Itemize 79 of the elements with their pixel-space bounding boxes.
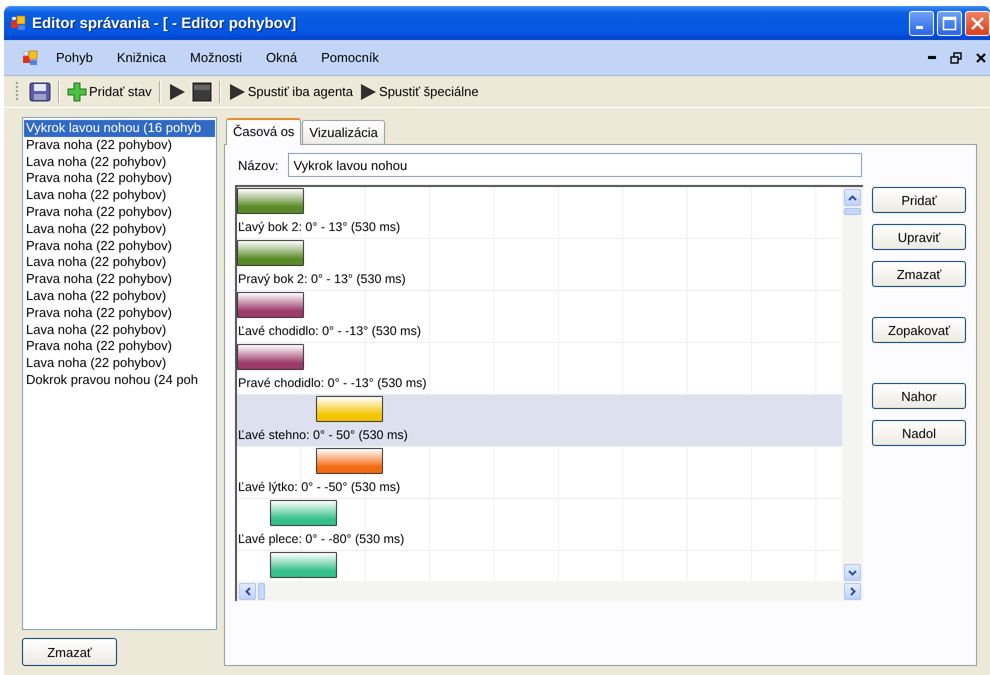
minimize-icon[interactable]: [928, 56, 936, 60]
minimize-button[interactable]: [909, 10, 934, 36]
close-button[interactable]: [965, 10, 990, 36]
scroll-thumb[interactable]: [258, 582, 265, 600]
list-item[interactable]: Dokrok pravou nohou (24 poh: [24, 372, 215, 389]
track-label: Pravý bok 2: 0° - 13° (530 ms): [238, 272, 406, 286]
tab[interactable]: Časová os: [226, 118, 302, 145]
track-label: Ľavé plece: 0° - -80° (530 ms): [238, 532, 404, 546]
window-title: Editor správania - [ - Editor pohybov]: [32, 14, 298, 32]
scroll-left-icon[interactable]: [244, 586, 250, 596]
motion-bar[interactable]: [237, 240, 304, 266]
menu-item[interactable]: Knižnica: [108, 47, 174, 68]
maximize-icon: [942, 16, 957, 30]
scroll-down-icon[interactable]: [848, 570, 857, 576]
timeline-row[interactable]: Ľavé stehno: 0° - 50° (530 ms): [237, 395, 842, 447]
motion-bar[interactable]: [270, 500, 337, 526]
name-field[interactable]: Vykrok lavou nohou: [288, 153, 862, 177]
list-item[interactable]: Lava noha (22 pohybov): [24, 254, 215, 272]
tab[interactable]: Vizualizácia: [302, 120, 385, 144]
timeline-row[interactable]: Ľavý bok 2: 0° - 13° (530 ms): [237, 187, 842, 239]
app-icon: [10, 15, 26, 31]
menu-item[interactable]: Pomocník: [313, 47, 387, 68]
scroll-up-icon[interactable]: [848, 194, 857, 200]
action-button[interactable]: Upraviť: [872, 224, 966, 250]
plus-icon: [67, 82, 87, 102]
toolbar-button[interactable]: Spustiť špeciálne: [356, 80, 482, 102]
horizontal-scrollbar[interactable]: [237, 581, 863, 601]
action-button[interactable]: Pridať: [872, 187, 966, 213]
motion-bar[interactable]: [237, 344, 304, 370]
menu-item[interactable]: Pohyb: [48, 47, 101, 68]
timeline-row[interactable]: Ľavé chodidlo: 0° - -13° (530 ms): [237, 291, 842, 343]
scroll-right-icon[interactable]: [850, 586, 856, 596]
motion-bar[interactable]: [316, 448, 383, 474]
action-button[interactable]: Zopakovať: [872, 317, 966, 343]
list-item[interactable]: Prava noha (22 pohybov): [24, 238, 215, 254]
vertical-scrollbar[interactable]: [842, 187, 863, 581]
list-item[interactable]: Lava noha (22 pohybov): [24, 220, 215, 238]
list-item[interactable]: Lava noha (22 pohybov): [24, 154, 215, 170]
scroll-thumb[interactable]: [844, 208, 861, 215]
menu-item[interactable]: Možnosti: [182, 47, 250, 68]
motion-bar[interactable]: [270, 552, 337, 578]
motion-bar[interactable]: [316, 396, 383, 422]
list-item[interactable]: Lava noha (22 pohybov): [24, 187, 215, 204]
list-item[interactable]: Vykrok lavou nohou (16 pohyb: [24, 120, 215, 137]
list-item[interactable]: Prava noha (22 pohybov): [24, 271, 215, 288]
maximize-button[interactable]: [937, 10, 962, 36]
track-label: Ľavé lýtko: 0° - -50° (530 ms): [238, 480, 400, 494]
play-icon: [228, 82, 246, 100]
list-item[interactable]: Lava noha (22 pohybov): [24, 288, 215, 305]
action-button[interactable]: Zmazať: [872, 261, 966, 287]
list-item[interactable]: Prava noha (22 pohybov): [24, 204, 215, 221]
timeline-row[interactable]: Pravý bok 2: 0° - 13° (530 ms): [237, 239, 842, 291]
list-item[interactable]: Prava noha (22 pohybov): [24, 304, 215, 322]
close-icon: [970, 16, 985, 30]
toolbar-button[interactable]: Spustiť iba agenta: [224, 80, 356, 102]
track-label: Ľavý bok 2: 0° - 13° (530 ms): [238, 220, 400, 234]
close-icon[interactable]: [976, 52, 986, 62]
restore-icon[interactable]: [950, 52, 962, 64]
action-button[interactable]: Nahor: [872, 383, 966, 409]
toolbar-button[interactable]: Pridať stav: [64, 80, 155, 104]
list-item[interactable]: Lava noha (22 pohybov): [24, 355, 215, 372]
minimize-icon: [916, 26, 923, 28]
delete-button[interactable]: Zmazať: [22, 638, 117, 666]
list-item[interactable]: Prava noha (22 pohybov): [24, 170, 215, 188]
menu-item[interactable]: Okná: [258, 47, 306, 68]
motion-bar[interactable]: [237, 188, 304, 214]
track-label: Ľavé stehno: 0° - 50° (530 ms): [238, 428, 408, 442]
timeline-row[interactable]: Ľavé lýtko: 0° - -50° (530 ms): [237, 447, 842, 499]
list-item[interactable]: Prava noha (22 pohybov): [24, 136, 215, 154]
track-label: Pravé chodidlo: 0° - -13° (530 ms): [238, 376, 427, 390]
field-label: Názov:: [238, 158, 278, 172]
track-label: Ľavé chodidlo: 0° - -13° (530 ms): [238, 324, 422, 338]
list-item[interactable]: Lava noha (22 pohybov): [24, 322, 215, 338]
timeline-row[interactable]: Ľavé plece: 0° - -80° (530 ms): [237, 499, 842, 551]
list-item[interactable]: Prava noha (22 pohybov): [24, 338, 215, 356]
play-icon: [359, 82, 378, 100]
document-icon: [22, 50, 38, 66]
motion-bar[interactable]: [237, 292, 304, 318]
action-button[interactable]: Nadol: [872, 420, 966, 446]
